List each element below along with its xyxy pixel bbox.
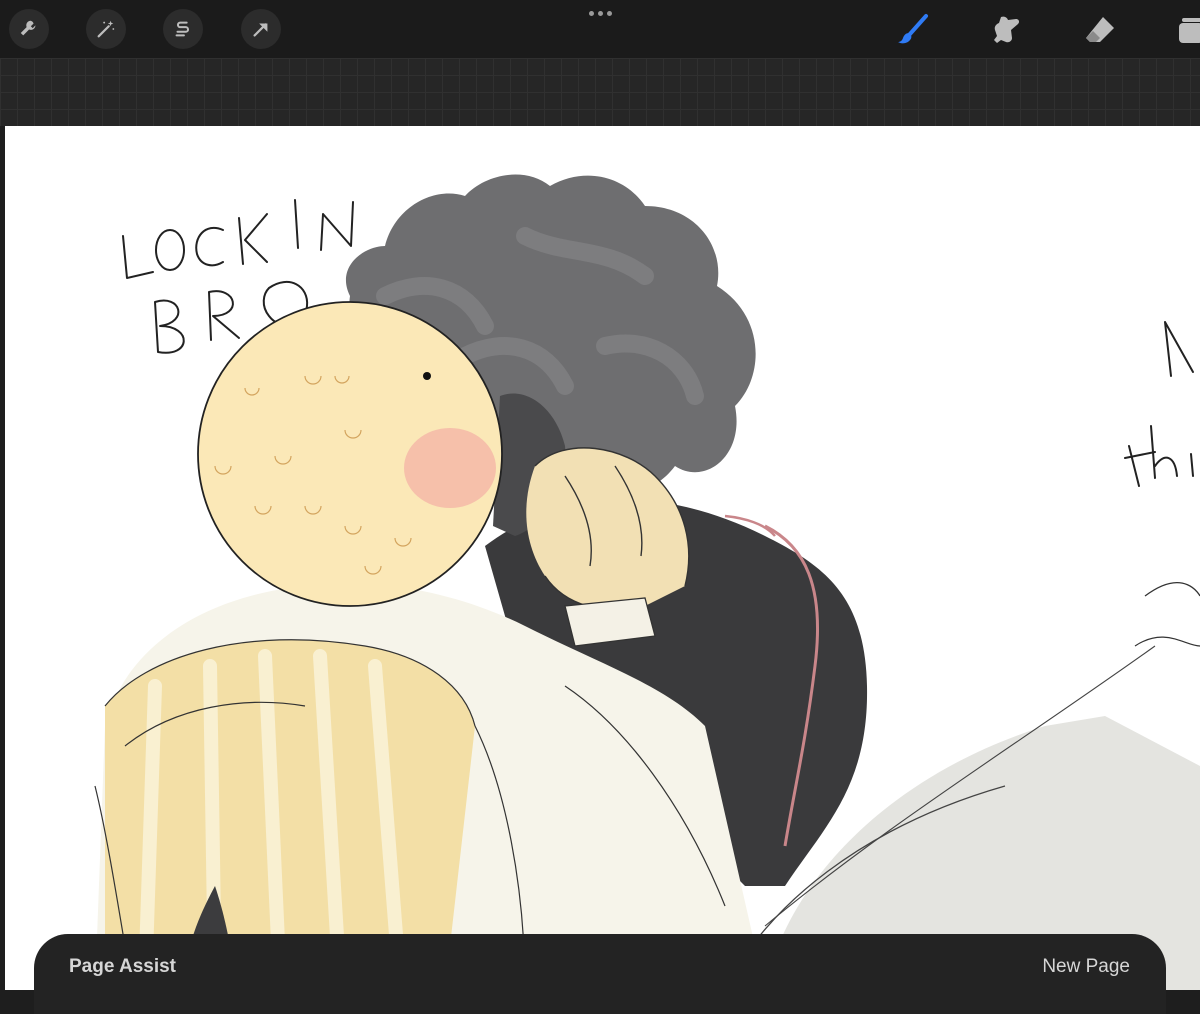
selection-icon[interactable] <box>163 9 203 49</box>
page-assist-panel: Page Assist New Page <box>34 934 1166 1014</box>
drawing-canvas[interactable] <box>5 126 1200 990</box>
top-toolbar <box>0 0 1200 58</box>
arrow-cursor-icon[interactable] <box>241 9 281 49</box>
magic-wand-icon[interactable] <box>86 9 126 49</box>
layers-icon[interactable] <box>1170 10 1200 50</box>
wrench-icon[interactable] <box>9 9 49 49</box>
sketch-artwork <box>94 174 1200 990</box>
page-assist-title: Page Assist <box>69 956 177 977</box>
new-page-button[interactable]: New Page <box>1042 956 1130 978</box>
eraser-icon[interactable] <box>1080 10 1120 50</box>
canvas-backdrop-grid <box>0 58 1200 126</box>
more-options-icon[interactable] <box>580 4 620 22</box>
brush-icon[interactable] <box>893 10 933 50</box>
smudge-icon[interactable] <box>986 10 1026 50</box>
